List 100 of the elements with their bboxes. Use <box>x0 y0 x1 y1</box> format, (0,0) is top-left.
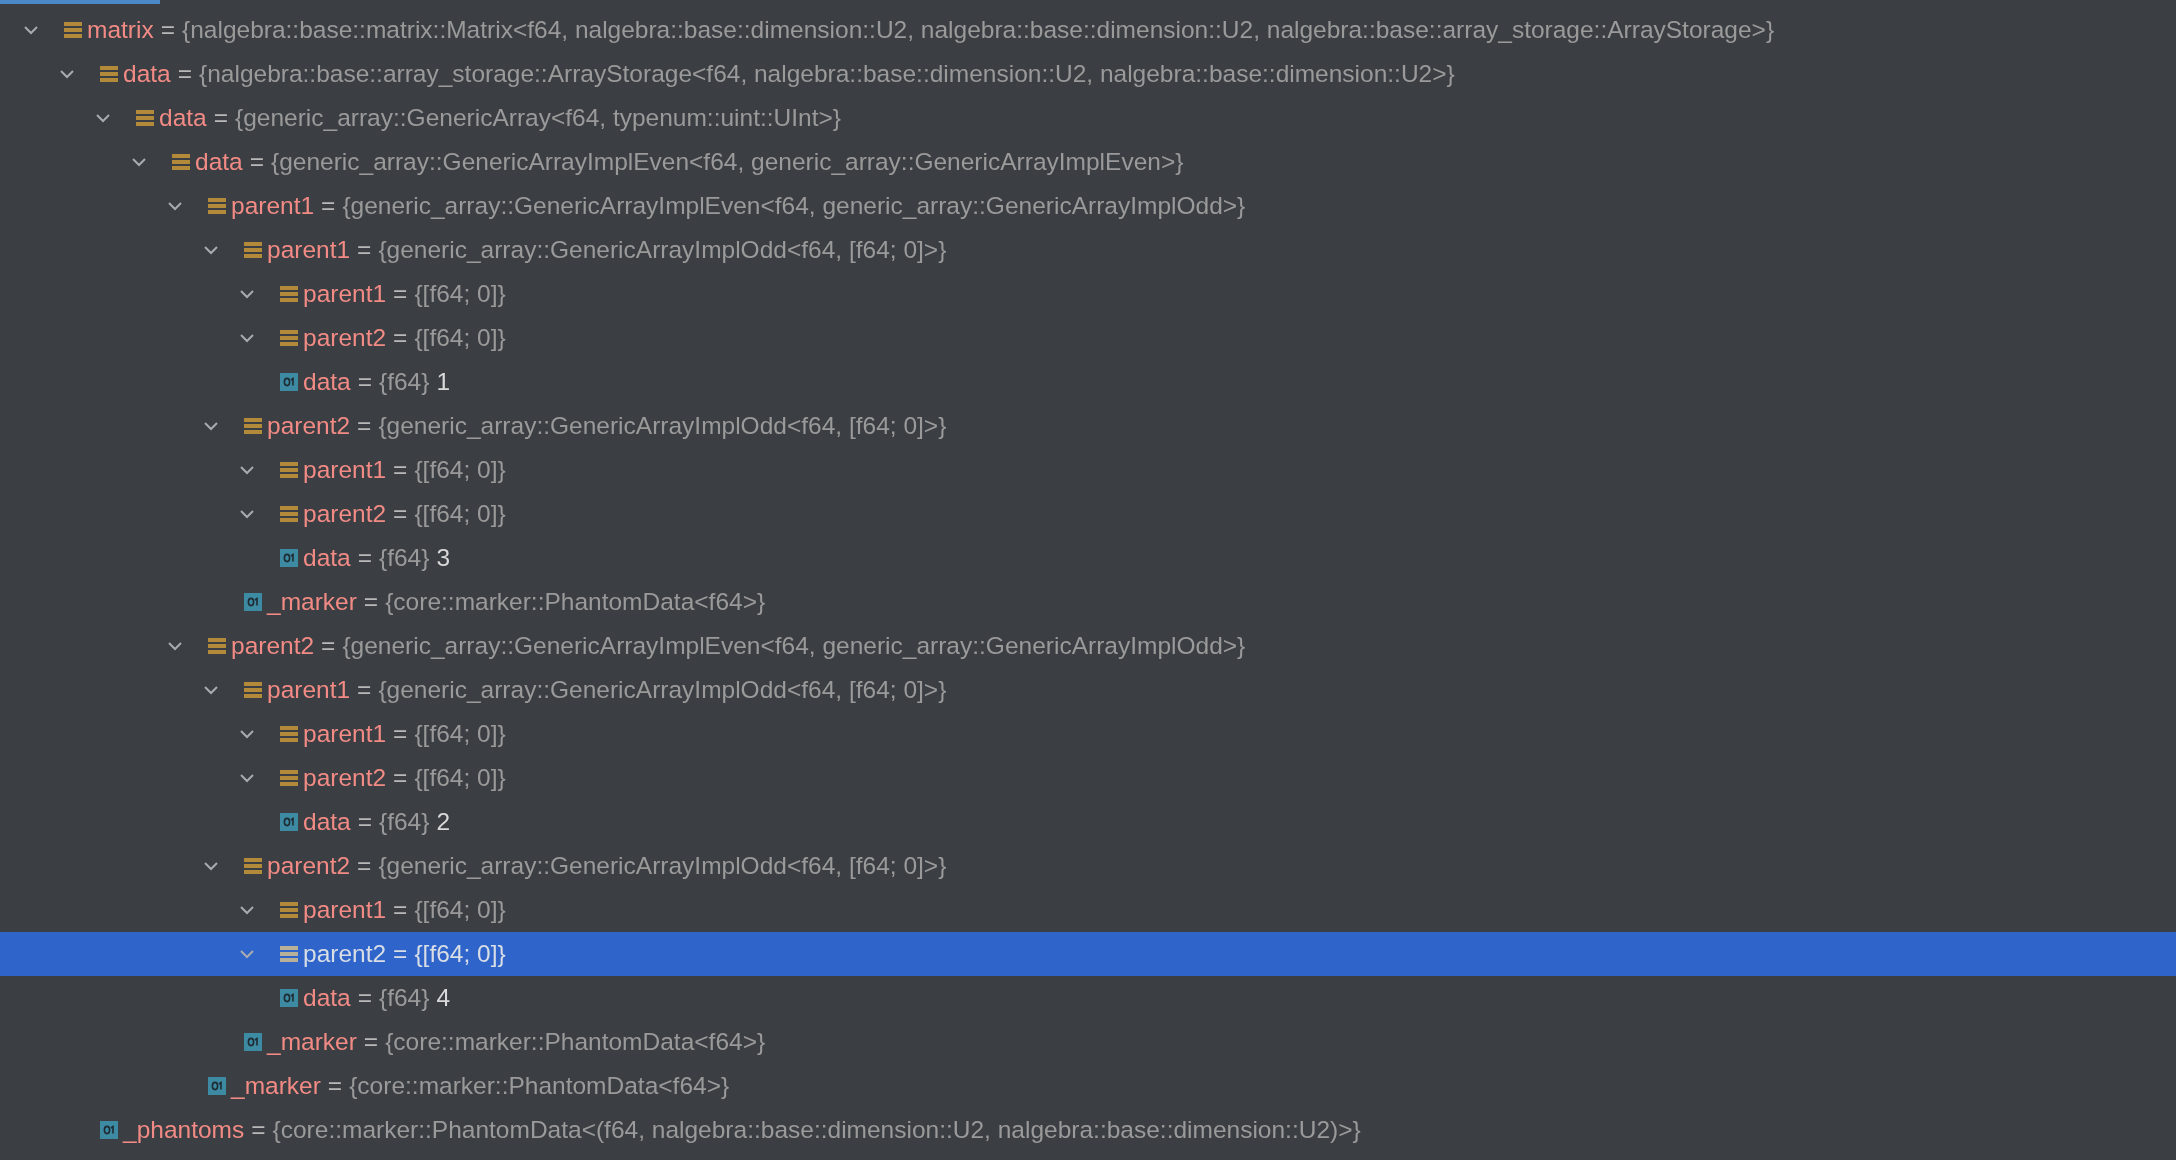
tree-row[interactable]: parent2 = {generic_array::GenericArrayImplEven<f64, generic_array::GenericArrayImplOdd>} <box>0 624 2176 668</box>
variable-type: {f64} <box>379 368 430 396</box>
variable-name: parent1 <box>267 236 351 264</box>
tree-row[interactable]: parent1 = {[f64; 0]} <box>0 448 2176 492</box>
variable-name: parent2 <box>303 940 387 968</box>
tree-row[interactable]: parent2 = {[f64; 0]} <box>0 756 2176 800</box>
equals-sign: = <box>321 632 336 660</box>
variable-type: {core::marker::PhantomData<f64>} <box>385 588 766 616</box>
variable-name: data <box>123 60 171 88</box>
equals-sign: = <box>393 456 408 484</box>
variable-name: _marker <box>267 588 357 616</box>
variable-type: {[f64; 0]} <box>414 280 506 308</box>
equals-sign: = <box>321 192 336 220</box>
variable-name: parent1 <box>303 280 387 308</box>
variable-type: {generic_array::GenericArrayImplOdd<f64, [f64; 0]>} <box>378 412 947 440</box>
variable-name: parent1 <box>303 896 387 924</box>
tree-row[interactable]: parent2 = {[f64; 0]} <box>0 932 2176 976</box>
variable-name: data <box>303 984 351 1012</box>
equals-sign: = <box>160 16 175 44</box>
tree-row[interactable]: parent2 = {[f64; 0]} <box>0 492 2176 536</box>
equals-sign: = <box>357 544 372 572</box>
variable-name: parent1 <box>267 676 351 704</box>
variable-type: {generic_array::GenericArrayImplEven<f64, generic_array::GenericArrayImplOdd>} <box>342 632 1246 660</box>
variable-value: 3 <box>436 544 451 572</box>
variable-name: _marker <box>231 1072 321 1100</box>
variable-value: 4 <box>436 984 451 1012</box>
tree-row[interactable]: data = {generic_array::GenericArray<f64, typenum::uint::UInt>} <box>0 96 2176 140</box>
variable-type: {f64} <box>379 544 430 572</box>
variable-name: parent1 <box>303 720 387 748</box>
tree-row[interactable]: data = {nalgebra::base::array_storage::ArrayStorage<f64, nalgebra::base::dimension::U2, nalgebra::base::dimension::U2>} <box>0 52 2176 96</box>
variable-type: {generic_array::GenericArray<f64, typenum::uint::UInt>} <box>235 104 842 132</box>
variable-name: data <box>303 544 351 572</box>
equals-sign: = <box>177 60 192 88</box>
variable-type: {core::marker::PhantomData<f64>} <box>385 1028 766 1056</box>
tree-row[interactable]: data = {generic_array::GenericArrayImplEven<f64, generic_array::GenericArrayImplEven>} <box>0 140 2176 184</box>
equals-sign: = <box>363 1028 379 1056</box>
variable-name: matrix <box>87 16 154 44</box>
tree-row[interactable]: parent1 = {generic_array::GenericArrayImplOdd<f64, [f64; 0]>} <box>0 228 2176 272</box>
variable-name: parent2 <box>303 500 387 528</box>
tree-row[interactable]: _marker = {core::marker::PhantomData<f64>} <box>0 580 2176 624</box>
equals-sign: = <box>393 940 408 968</box>
tree-row[interactable]: data = {f64} 3 <box>0 536 2176 580</box>
tree-row[interactable]: parent1 = {generic_array::GenericArrayImplOdd<f64, [f64; 0]>} <box>0 668 2176 712</box>
tree-row[interactable]: data = {f64} 1 <box>0 360 2176 404</box>
variable-name: data <box>195 148 243 176</box>
variable-type: {[f64; 0]} <box>414 500 506 528</box>
tree-row[interactable]: data = {f64} 4 <box>0 976 2176 1020</box>
variable-type: {core::marker::PhantomData<f64>} <box>349 1072 730 1100</box>
tree-row[interactable]: data = {f64} 2 <box>0 800 2176 844</box>
variable-type: {[f64; 0]} <box>414 324 506 352</box>
tree-row[interactable]: parent2 = {generic_array::GenericArrayImplOdd<f64, [f64; 0]>} <box>0 404 2176 448</box>
variable-name: parent1 <box>303 456 387 484</box>
equals-sign: = <box>213 104 228 132</box>
equals-sign: = <box>327 1072 343 1100</box>
variable-type: {[f64; 0]} <box>414 940 506 968</box>
variable-name: parent2 <box>267 852 351 880</box>
equals-sign: = <box>249 148 264 176</box>
variable-name: _phantoms <box>123 1116 245 1144</box>
variable-type: {generic_array::GenericArrayImplEven<f64, generic_array::GenericArrayImplOdd>} <box>342 192 1246 220</box>
equals-sign: = <box>357 984 372 1012</box>
equals-sign: = <box>357 808 372 836</box>
equals-sign: = <box>357 236 372 264</box>
tree-row[interactable]: _phantoms = {core::marker::PhantomData<(f64, nalgebra::base::dimension::U2, nalgebra::base::dimension::U2)>} <box>0 1108 2176 1152</box>
equals-sign: = <box>251 1116 266 1144</box>
variable-type: {core::marker::PhantomData<(f64, nalgebra::base::dimension::U2, nalgebra::base::dimension::U2)>} <box>272 1116 1361 1144</box>
equals-sign: = <box>357 676 372 704</box>
variable-type: {[f64; 0]} <box>414 896 506 924</box>
variable-name: _marker <box>267 1028 357 1056</box>
variable-name: parent1 <box>231 192 315 220</box>
variable-type: {[f64; 0]} <box>414 456 506 484</box>
variable-name: data <box>303 808 351 836</box>
tree-row[interactable]: parent2 = {[f64; 0]} <box>0 316 2176 360</box>
tree-row[interactable]: parent1 = {generic_array::GenericArrayImplEven<f64, generic_array::GenericArrayImplOdd>} <box>0 184 2176 228</box>
equals-sign: = <box>357 412 372 440</box>
variable-name: data <box>159 104 207 132</box>
variable-type: {generic_array::GenericArrayImplOdd<f64, [f64; 0]>} <box>378 236 947 264</box>
variable-type: {nalgebra::base::array_storage::ArrayStorage<f64, nalgebra::base::dimension::U2, nalgebra::base::dimension::U2>} <box>199 60 1455 88</box>
variable-name: parent2 <box>267 412 351 440</box>
tree-row[interactable]: parent1 = {[f64; 0]} <box>0 888 2176 932</box>
equals-sign: = <box>393 720 408 748</box>
equals-sign: = <box>363 588 379 616</box>
tree-row[interactable]: _marker = {core::marker::PhantomData<f64>} <box>0 1064 2176 1108</box>
variable-name: parent2 <box>303 324 387 352</box>
variable-type: {[f64; 0]} <box>414 720 506 748</box>
variable-name: parent2 <box>231 632 315 660</box>
variable-name: data <box>303 368 351 396</box>
equals-sign: = <box>357 368 372 396</box>
tree-row[interactable]: _marker = {core::marker::PhantomData<f64>} <box>0 1020 2176 1064</box>
variable-name: parent2 <box>303 764 387 792</box>
tree-row[interactable]: parent2 = {generic_array::GenericArrayImplOdd<f64, [f64; 0]>} <box>0 844 2176 888</box>
tree-row[interactable]: parent1 = {[f64; 0]} <box>0 272 2176 316</box>
tree-row[interactable]: matrix = {nalgebra::base::matrix::Matrix<f64, nalgebra::base::dimension::U2, nalgebra::base::dimension::U2, nalgebra::base::array_storage::ArrayStorage>} <box>0 8 2176 52</box>
variable-value: 1 <box>436 368 451 396</box>
equals-sign: = <box>393 896 408 924</box>
variable-type: {nalgebra::base::matrix::Matrix<f64, nalgebra::base::dimension::U2, nalgebra::base::dimension::U2, nalgebra::base::array_storage::ArrayStorage>} <box>182 16 1775 44</box>
variable-value: 2 <box>436 808 451 836</box>
tree-row[interactable]: parent1 = {[f64; 0]} <box>0 712 2176 756</box>
equals-sign: = <box>393 764 408 792</box>
variable-type: {generic_array::GenericArrayImplOdd<f64, [f64; 0]>} <box>378 676 947 704</box>
variable-type: {[f64; 0]} <box>414 764 506 792</box>
